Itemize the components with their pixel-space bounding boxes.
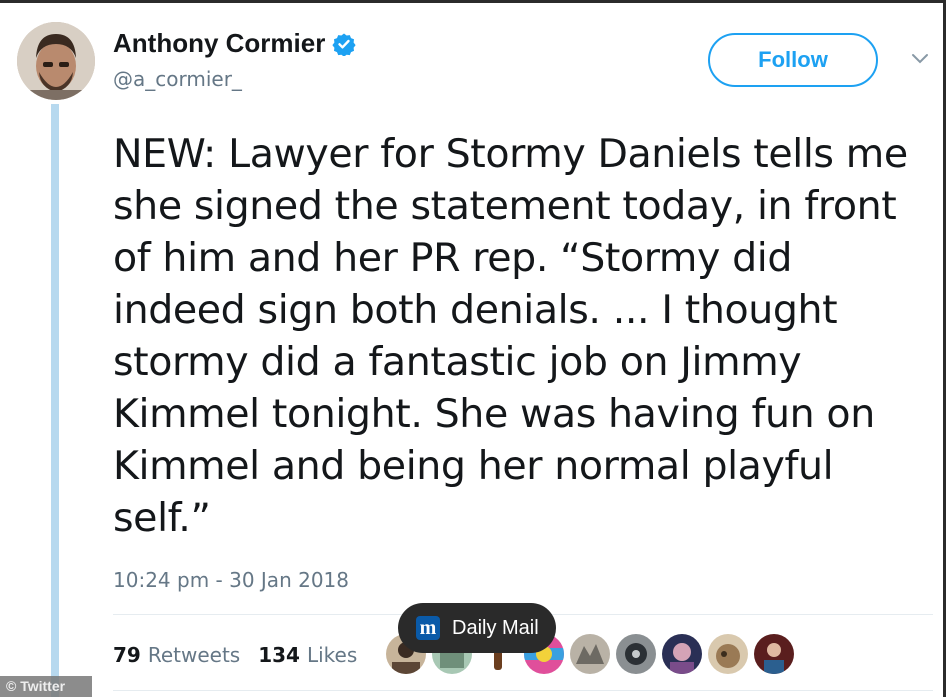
daily-mail-badge: m Daily Mail xyxy=(398,603,556,653)
retweets-stat[interactable]: 79 Retweets xyxy=(113,643,240,667)
chevron-down-icon[interactable] xyxy=(910,52,930,66)
daily-mail-label: Daily Mail xyxy=(452,616,539,639)
author-avatar[interactable] xyxy=(17,22,95,100)
divider xyxy=(113,690,933,691)
liker-avatar[interactable] xyxy=(616,634,656,674)
liker-avatar[interactable] xyxy=(754,634,794,674)
likes-count: 134 xyxy=(258,643,300,667)
liker-avatar[interactable] xyxy=(662,634,702,674)
thread-line xyxy=(51,104,59,697)
verified-badge-icon xyxy=(332,33,356,56)
retweets-label: Retweets xyxy=(147,643,241,667)
tweet-stats: 79 Retweets 134 Likes xyxy=(113,643,357,667)
daily-mail-logo-icon: m xyxy=(416,616,440,640)
likes-stat[interactable]: 134 Likes xyxy=(258,643,357,667)
follow-button[interactable]: Follow xyxy=(708,33,878,87)
author-handle[interactable]: @a_cormier_ xyxy=(113,67,242,91)
tweet-timestamp[interactable]: 10:24 pm - 30 Jan 2018 xyxy=(113,568,349,592)
retweets-count: 79 xyxy=(113,643,141,667)
image-frame-top xyxy=(0,0,946,3)
twitter-watermark: © Twitter xyxy=(0,676,92,697)
liker-avatar[interactable] xyxy=(570,634,610,674)
liker-avatar[interactable] xyxy=(708,634,748,674)
likes-label: Likes xyxy=(306,643,358,667)
tweet-text: NEW: Lawyer for Stormy Daniels tells me … xyxy=(113,131,908,541)
author-row: Anthony Cormier xyxy=(113,28,356,59)
author-name[interactable]: Anthony Cormier xyxy=(113,28,325,59)
